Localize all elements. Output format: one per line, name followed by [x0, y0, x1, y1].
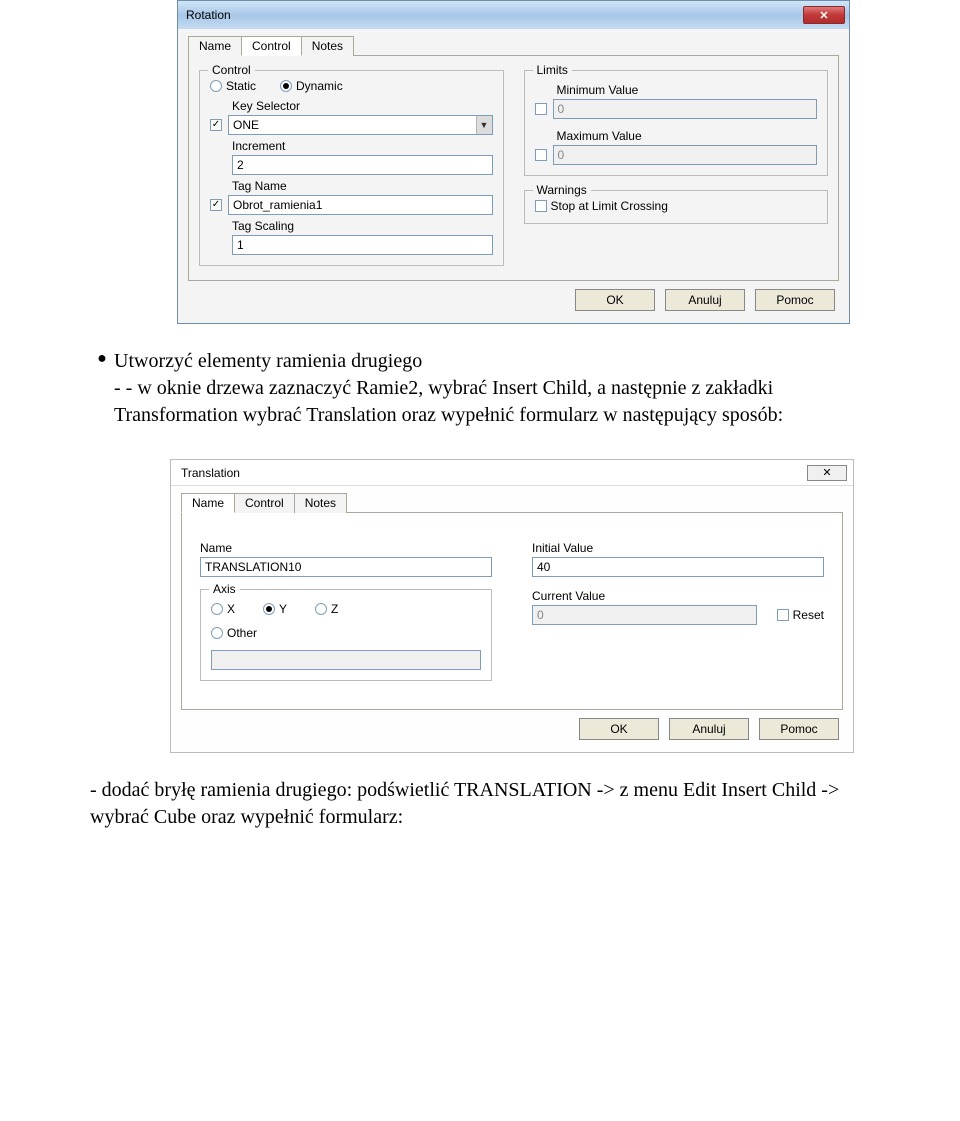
tab-content-control: Control Static Dynamic Key Selector	[188, 56, 839, 281]
other-axis-input[interactable]	[211, 650, 481, 670]
warnings-group: Warnings Stop at Limit Crossing	[524, 190, 829, 224]
anuluj-button[interactable]: Anuluj	[669, 718, 749, 740]
tag-name-label: Tag Name	[232, 179, 493, 193]
key-selector-select[interactable]	[228, 115, 493, 135]
tag-name-check[interactable]	[210, 199, 222, 211]
tab-content-name: Name Initial Value Axis X Y Z	[181, 513, 843, 710]
pomoc-button[interactable]: Pomoc	[755, 289, 835, 311]
initial-value-input[interactable]	[532, 557, 824, 577]
key-selector-check[interactable]	[210, 119, 222, 131]
tag-scaling-label: Tag Scaling	[232, 219, 493, 233]
check-icon	[777, 609, 789, 621]
radio-dynamic[interactable]: Dynamic	[280, 79, 343, 93]
min-value-label: Minimum Value	[557, 83, 818, 97]
radio-icon	[211, 603, 223, 615]
tag-name-input[interactable]	[228, 195, 493, 215]
button-row: OK Anuluj Pomoc	[181, 710, 843, 742]
axis-group: Axis X Y Z Other	[200, 589, 492, 681]
tab-name[interactable]: Name	[181, 493, 235, 513]
tab-bar: Name Control Notes	[181, 492, 843, 513]
check-icon	[535, 200, 547, 212]
radio-icon	[263, 603, 275, 615]
current-value-label: Current Value	[532, 589, 824, 603]
tag-scaling-input[interactable]	[232, 235, 493, 255]
name-input[interactable]	[200, 557, 492, 577]
warnings-legend: Warnings	[533, 183, 591, 197]
limits-legend: Limits	[533, 63, 572, 77]
radio-x[interactable]: X	[211, 602, 235, 616]
paragraph-line: - - w oknie drzewa zaznaczyć Ramie2, wyb…	[90, 375, 870, 429]
chevron-down-icon[interactable]: ▼	[476, 116, 492, 134]
anuluj-button[interactable]: Anuluj	[665, 289, 745, 311]
tab-notes[interactable]: Notes	[301, 36, 354, 56]
dialog-title: Rotation	[186, 8, 231, 22]
paragraph-line: Utworzyć elementy ramienia drugiego	[114, 348, 422, 375]
control-legend: Control	[208, 63, 255, 77]
radio-z[interactable]: Z	[315, 602, 338, 616]
translation-dialog: Translation ✕ Name Control Notes Name In…	[170, 459, 854, 753]
max-value-input[interactable]	[553, 145, 818, 165]
name-label: Name	[200, 541, 492, 555]
radio-static[interactable]: Static	[210, 79, 256, 93]
radio-icon	[280, 80, 292, 92]
axis-legend: Axis	[209, 582, 240, 596]
ok-button[interactable]: OK	[579, 718, 659, 740]
limits-group: Limits Minimum Value Maximum Value	[524, 70, 829, 176]
titlebar[interactable]: Rotation ✕	[178, 1, 849, 29]
radio-icon	[210, 80, 222, 92]
tab-notes[interactable]: Notes	[294, 493, 347, 513]
pomoc-button[interactable]: Pomoc	[759, 718, 839, 740]
paragraph-line: - dodać bryłę ramienia drugiego: podświe…	[90, 777, 870, 831]
radio-y[interactable]: Y	[263, 602, 287, 616]
dialog-title: Translation	[181, 466, 240, 480]
min-value-check[interactable]	[535, 103, 547, 115]
paragraph-1: ● Utworzyć elementy ramienia drugiego - …	[0, 344, 960, 447]
increment-label: Increment	[232, 139, 493, 153]
button-row: OK Anuluj Pomoc	[188, 281, 839, 313]
tab-control[interactable]: Control	[234, 493, 295, 513]
max-value-check[interactable]	[535, 149, 547, 161]
tab-control[interactable]: Control	[241, 36, 302, 56]
current-value-input[interactable]	[532, 605, 757, 625]
tab-bar: Name Control Notes	[188, 35, 839, 56]
tab-name[interactable]: Name	[188, 36, 242, 56]
min-value-input[interactable]	[553, 99, 818, 119]
rotation-dialog: Rotation ✕ Name Control Notes Control St…	[177, 0, 850, 324]
radio-icon	[211, 627, 223, 639]
increment-input[interactable]	[232, 155, 493, 175]
close-icon[interactable]: ✕	[807, 465, 847, 481]
control-group: Control Static Dynamic Key Selector	[199, 70, 504, 266]
reset-check[interactable]: Reset	[777, 608, 824, 622]
titlebar[interactable]: Translation ✕	[171, 460, 853, 486]
close-icon[interactable]: ✕	[803, 6, 845, 24]
ok-button[interactable]: OK	[575, 289, 655, 311]
stop-at-limit-check[interactable]: Stop at Limit Crossing	[535, 199, 818, 213]
radio-other[interactable]: Other	[211, 626, 481, 640]
max-value-label: Maximum Value	[557, 129, 818, 143]
bullet-icon: ●	[90, 348, 114, 370]
radio-icon	[315, 603, 327, 615]
initial-value-label: Initial Value	[532, 541, 824, 555]
paragraph-2: - dodać bryłę ramienia drugiego: podświe…	[0, 773, 960, 849]
key-selector-label: Key Selector	[232, 99, 493, 113]
